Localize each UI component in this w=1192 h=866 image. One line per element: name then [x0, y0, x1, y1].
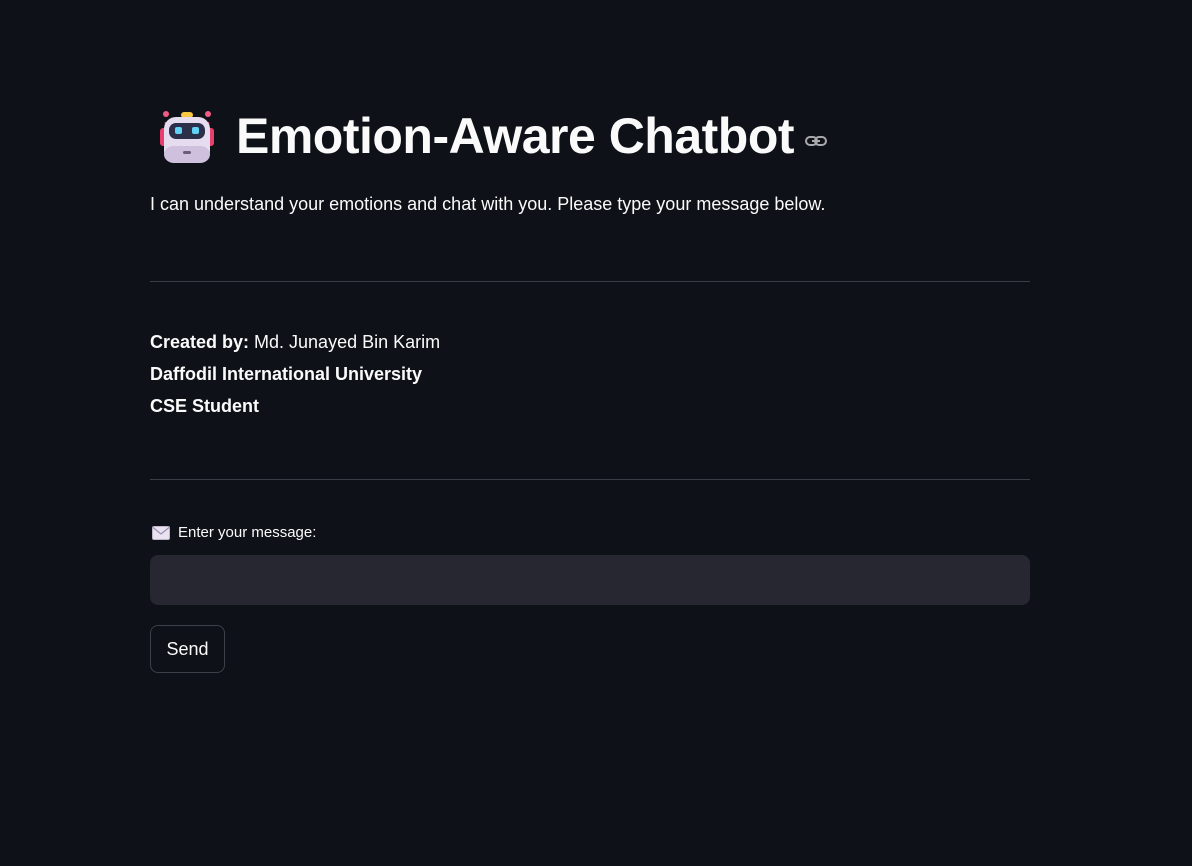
credits-block: Created by: Md. Junayed Bin Karim Daffod…: [150, 326, 440, 422]
app-page: Emotion-Aware Chatbot I can understand y…: [0, 0, 1192, 866]
divider: [150, 479, 1030, 480]
page-title: Emotion-Aware Chatbot: [236, 108, 795, 164]
title-row: Emotion-Aware Chatbot: [158, 104, 828, 168]
robot-icon: [158, 106, 216, 166]
divider: [150, 281, 1030, 282]
credits-role-line: CSE Student: [150, 390, 440, 422]
created-by-label: Created by:: [150, 332, 250, 352]
page-subtitle: I can understand your emotions and chat …: [150, 194, 826, 214]
credits-university-line: Daffodil International University: [150, 358, 440, 390]
author-name: Md. Junayed Bin Karim: [249, 332, 441, 352]
university-name: Daffodil International University: [150, 364, 423, 384]
message-input[interactable]: [150, 555, 1030, 605]
author-role: CSE Student: [150, 396, 260, 416]
message-field-label: Enter your message:: [152, 524, 316, 541]
envelope-icon: [152, 525, 170, 540]
message-field-label-text: Enter your message:: [178, 524, 317, 541]
credits-author-line: Created by: Md. Junayed Bin Karim: [150, 326, 440, 358]
link-icon[interactable]: [804, 133, 828, 149]
send-button[interactable]: Send: [150, 625, 225, 673]
